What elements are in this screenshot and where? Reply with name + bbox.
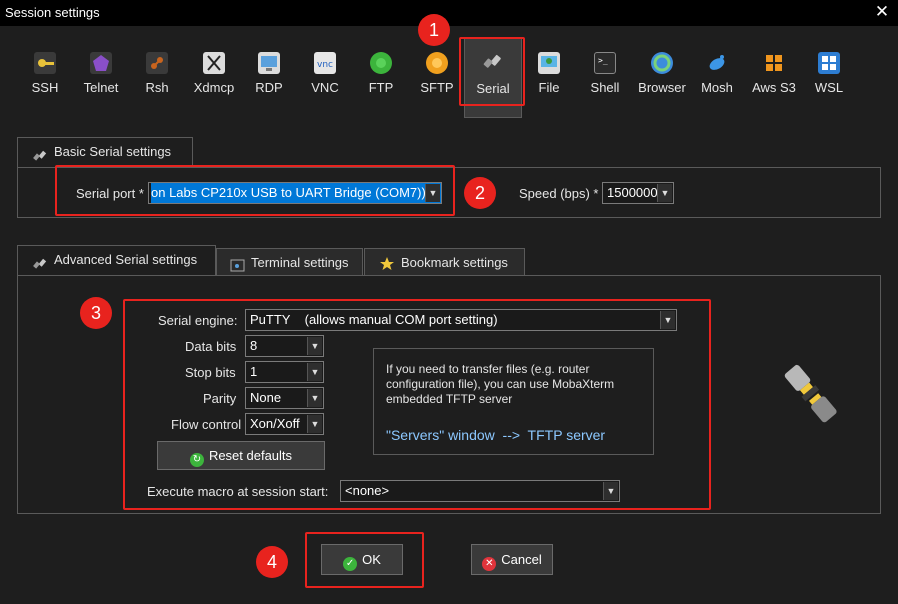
title-bar: Session settings ✕ xyxy=(0,0,898,26)
xdmcp-icon xyxy=(203,52,225,74)
key-icon xyxy=(34,52,56,74)
session-type-label: Telnet xyxy=(83,80,119,95)
annotation-box-4 xyxy=(305,532,424,588)
window-title: Session settings xyxy=(5,5,100,20)
session-type-label: WSL xyxy=(814,80,844,95)
svg-text:vnc: vnc xyxy=(317,60,333,70)
telnet-icon xyxy=(90,52,112,74)
tab-bookmark-settings[interactable]: Bookmark settings xyxy=(364,248,525,275)
session-type-wsl[interactable]: WSL xyxy=(806,40,852,118)
tab-advanced-serial-settings[interactable]: Advanced Serial settings xyxy=(17,245,216,276)
session-type-label: Mosh xyxy=(701,80,733,95)
annotation-badge-2: 2 xyxy=(464,177,496,209)
session-type-vnc[interactable]: vnc VNC xyxy=(302,40,348,118)
tab-basic-serial-settings[interactable]: Basic Serial settings xyxy=(17,137,193,168)
session-type-label: SSH xyxy=(31,80,59,95)
speed-label: Speed (bps) * xyxy=(519,186,599,201)
session-type-ftp[interactable]: FTP xyxy=(358,40,404,118)
annotation-badge-3: 3 xyxy=(80,297,112,329)
serial-plug-icon xyxy=(32,145,48,161)
shell-icon: >_ xyxy=(594,52,616,74)
session-type-browser[interactable]: Browser xyxy=(634,40,690,118)
session-type-label: Rsh xyxy=(145,80,169,95)
session-type-label: RDP xyxy=(255,80,283,95)
chevron-down-icon: ▼ xyxy=(657,184,672,202)
tab-label: Basic Serial settings xyxy=(54,144,172,159)
satellite-icon xyxy=(706,52,728,74)
session-type-label: Shell xyxy=(590,80,620,95)
close-icon: ✕ xyxy=(482,557,497,571)
session-type-label: Aws S3 xyxy=(752,80,796,95)
tab-label: Bookmark settings xyxy=(401,255,508,270)
globe-icon xyxy=(651,52,673,74)
rsh-icon xyxy=(146,52,168,74)
terminal-icon xyxy=(230,255,246,272)
serial-plug-icon xyxy=(32,253,48,269)
annotation-badge-4: 4 xyxy=(256,546,288,578)
session-type-sftp[interactable]: SFTP xyxy=(414,40,460,118)
annotation-box-3 xyxy=(123,299,711,510)
vnc-icon: vnc xyxy=(314,52,336,74)
annotation-box-2 xyxy=(55,165,455,216)
tab-label: Terminal settings xyxy=(251,255,349,270)
session-type-mosh[interactable]: Mosh xyxy=(694,40,740,118)
session-type-label: Xdmcp xyxy=(193,80,235,95)
speed-dropdown[interactable]: 1500000 ▼ xyxy=(602,182,674,204)
file-icon xyxy=(538,52,560,74)
session-type-rdp[interactable]: RDP xyxy=(246,40,292,118)
session-type-xdmcp[interactable]: Xdmcp xyxy=(188,40,240,118)
aws-s3-icon xyxy=(763,52,785,74)
ftp-icon xyxy=(370,52,392,74)
session-type-file[interactable]: File xyxy=(526,40,572,118)
windows-icon xyxy=(818,52,840,74)
cancel-label: Cancel xyxy=(501,552,542,567)
session-type-ssh[interactable]: SSH xyxy=(22,40,68,118)
session-type-label: File xyxy=(538,80,560,95)
annotation-box-1 xyxy=(459,37,525,106)
session-type-rsh[interactable]: Rsh xyxy=(134,40,180,118)
sftp-icon xyxy=(426,52,448,74)
rdp-icon xyxy=(258,52,280,74)
star-icon xyxy=(379,254,395,270)
session-type-label: Browser xyxy=(638,80,686,95)
session-type-label: SFTP xyxy=(420,80,454,95)
annotation-badge-1: 1 xyxy=(418,14,450,46)
session-type-telnet[interactable]: Telnet xyxy=(78,40,124,118)
tab-label: Advanced Serial settings xyxy=(54,252,198,267)
session-type-toolbar: SSH Telnet Rsh Xdmcp RDP vnc VNC FTP SFT… xyxy=(0,26,898,118)
session-type-label: FTP xyxy=(368,80,394,95)
cancel-button[interactable]: ✕ Cancel xyxy=(471,544,553,575)
session-type-label: VNC xyxy=(311,80,339,95)
tab-terminal-settings[interactable]: Terminal settings xyxy=(216,248,363,275)
session-type-aws-s3[interactable]: Aws S3 xyxy=(746,40,802,118)
serial-plug-illustration-icon xyxy=(778,360,844,428)
session-type-shell[interactable]: >_ Shell xyxy=(582,40,628,118)
svg-text:>_: >_ xyxy=(598,56,608,65)
close-icon[interactable]: ✕ xyxy=(872,2,892,22)
